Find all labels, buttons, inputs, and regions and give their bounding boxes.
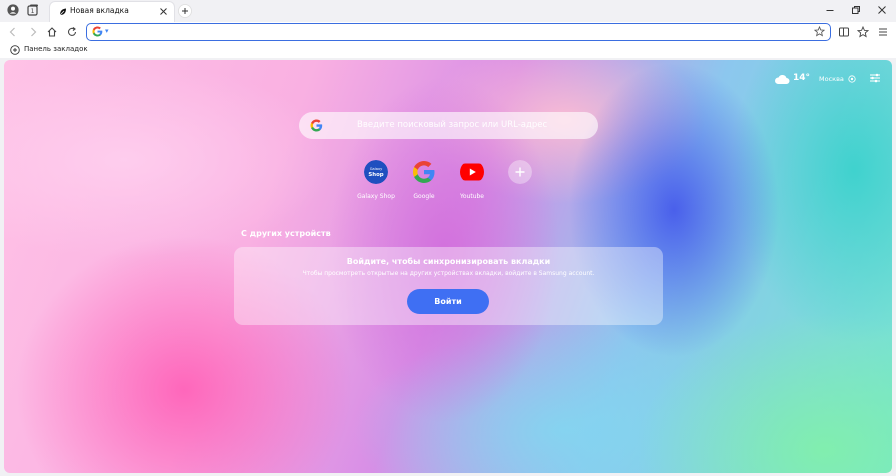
shortcut-label: Galaxy Shop [357,193,395,200]
weather-city[interactable]: Москва [819,75,844,83]
tab-new-tab[interactable]: Новая вкладка [50,2,174,22]
location-icon[interactable] [848,75,856,83]
shortcut-google[interactable]: Google [402,160,446,200]
tab-strip: 1 Новая вкладка [0,0,896,22]
add-shortcut-button[interactable] [498,160,542,193]
menu-icon[interactable] [877,26,889,38]
shortcut-galaxy-shop[interactable]: Galaxy Shop Galaxy Shop [354,160,398,200]
side-panel-icon[interactable] [838,26,850,38]
galaxy-shop-icon: Galaxy Shop [364,160,388,184]
shortcut-label: Youtube [460,193,484,200]
bookmarks-bar-label[interactable]: Панель закладок [24,45,88,53]
sync-heading: Войдите, чтобы синхронизировать вкладки [346,257,551,266]
google-icon [92,26,103,37]
add-bookmark-icon[interactable] [10,45,20,55]
tab-manager-icon[interactable]: 1 [27,4,39,16]
google-icon [310,119,323,132]
svg-text:1: 1 [31,8,35,15]
shortcut-label: Google [413,193,435,200]
bookmarks-star-icon[interactable] [857,26,869,38]
sign-in-button[interactable]: Войти [407,289,489,314]
restore-icon[interactable] [850,4,862,16]
sync-description: Чтобы просмотреть открытые на других уст… [302,270,595,277]
sync-card: Войдите, чтобы синхронизировать вкладки … [234,247,663,325]
section-title: С других устройств [241,229,331,238]
star-icon[interactable] [814,26,825,37]
bookmarks-bar: Панель закладок [0,42,896,58]
forward-icon[interactable] [27,26,39,38]
minimize-icon[interactable] [824,4,836,16]
weather-temperature: 14° [793,73,811,83]
close-window-icon[interactable] [876,4,888,16]
toolbar: ▾ [0,22,896,42]
google-icon [413,161,435,183]
cloud-icon [775,74,790,84]
leaf-icon [59,8,66,16]
youtube-icon [460,163,484,181]
close-icon[interactable] [159,7,168,16]
home-icon[interactable] [46,26,58,38]
new-tab-button[interactable] [178,4,192,18]
galaxy-shop-tile-text-1: Galaxy [370,167,383,171]
back-icon[interactable] [7,26,19,38]
tab-title: Новая вкладка [70,6,129,15]
galaxy-shop-tile-text-2: Shop [368,172,383,178]
new-tab-page: 14° Москва Введите поисковый запрос или … [4,60,892,473]
profile-icon[interactable] [7,4,19,16]
search-placeholder: Введите поисковый запрос или URL-адрес [357,120,548,130]
address-bar[interactable]: ▾ [86,23,831,41]
shortcut-youtube[interactable]: Youtube [450,160,494,200]
customize-icon[interactable] [869,72,881,84]
reload-icon[interactable] [66,26,78,38]
search-box[interactable]: Введите поисковый запрос или URL-адрес [299,112,598,139]
plus-icon [508,160,532,184]
search-engine-dropdown[interactable]: ▾ [105,27,109,35]
